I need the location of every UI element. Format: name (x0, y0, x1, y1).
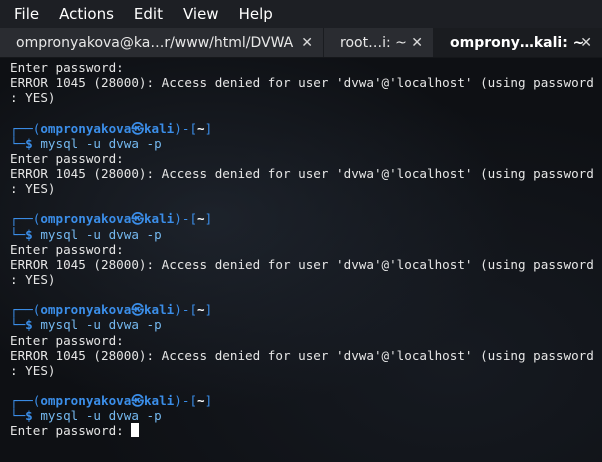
close-icon[interactable]: ✕ (411, 36, 423, 50)
menu-actions[interactable]: Actions (49, 0, 124, 28)
error-line: : YES) (10, 362, 56, 378)
command-text: mysql -u dvwa -p (40, 135, 162, 151)
prompt-host: kali (143, 393, 175, 409)
prompt-line: ┌──(ompronyakova㉿kali)-[~] (10, 120, 213, 136)
prompt-cwd: ~ (197, 120, 205, 136)
output-line: Enter password: (10, 332, 124, 348)
error-line: : YES) (10, 181, 56, 197)
prompt-line: ┌──(ompronyakova㉿kali)-[~] (10, 393, 213, 409)
active-input-line[interactable]: Enter password: (10, 423, 602, 438)
tab-label: ompronyakova@ka…r/www/html/DVWA (16, 34, 294, 51)
prompt-user: ompronyakova (40, 211, 132, 227)
terminal-output[interactable]: Enter password: ERROR 1045 (28000): Acce… (0, 58, 602, 462)
prompt-line: ┌──(ompronyakova㉿kali)-[~] (10, 302, 213, 318)
output-line: Enter password: (10, 423, 124, 439)
error-line: : YES) (10, 90, 56, 106)
command-line: └─$ mysql -u dvwa -p (10, 408, 162, 424)
prompt-cwd: ~ (197, 302, 205, 318)
command-text: mysql -u dvwa -p (40, 226, 162, 242)
error-line: ERROR 1045 (28000): Access denied for us… (10, 256, 594, 272)
prompt-host: kali (143, 211, 175, 227)
tab-bar: ompronyakova@ka…r/www/html/DVWA ✕ root…i… (0, 28, 602, 58)
prompt-host: kali (143, 302, 175, 318)
tab-active[interactable]: ompronу…kali: ~ ✕ (434, 28, 602, 57)
close-icon[interactable]: ✕ (580, 36, 592, 50)
prompt-cwd: ~ (197, 393, 205, 409)
prompt-user: ompronyakova (40, 302, 132, 318)
command-text: mysql -u dvwa -p (40, 317, 162, 333)
prompt-cwd: ~ (197, 211, 205, 227)
terminal-window: File Actions Edit View Help ompronyakova… (0, 0, 602, 462)
command-line: └─$ mysql -u dvwa -p (10, 226, 162, 242)
tab-label: ompronу…kali: ~ (450, 34, 585, 51)
command-line: └─$ mysql -u dvwa -p (10, 135, 162, 151)
menu-file[interactable]: File (4, 0, 49, 28)
output-line: Enter password: (10, 150, 124, 166)
prompt-user: ompronyakova (40, 120, 132, 136)
prompt-at-icon: ㉿ (131, 302, 144, 318)
error-line: : YES) (10, 271, 56, 287)
menu-bar: File Actions Edit View Help (0, 0, 602, 28)
text-cursor (131, 423, 140, 438)
error-line: ERROR 1045 (28000): Access denied for us… (10, 347, 594, 363)
error-line: ERROR 1045 (28000): Access denied for us… (10, 75, 594, 91)
prompt-line: ┌──(ompronyakova㉿kali)-[~] (10, 211, 213, 227)
prompt-user: ompronyakova (40, 393, 132, 409)
prompt-at-icon: ㉿ (131, 120, 144, 136)
prompt-at-icon: ㉿ (131, 211, 144, 227)
menu-edit[interactable]: Edit (124, 0, 173, 28)
tab-dvwa[interactable]: ompronyakova@ka…r/www/html/DVWA ✕ (0, 28, 324, 57)
output-line: Enter password: (10, 60, 124, 75)
command-text: mysql -u dvwa -p (40, 408, 162, 424)
menu-view[interactable]: View (173, 0, 229, 28)
tab-root[interactable]: root…i: ~ ✕ (324, 28, 434, 57)
menu-help[interactable]: Help (229, 0, 283, 28)
command-line: └─$ mysql -u dvwa -p (10, 317, 162, 333)
tab-label: root…i: ~ (340, 34, 407, 51)
output-line: Enter password: (10, 241, 124, 257)
error-line: ERROR 1045 (28000): Access denied for us… (10, 165, 594, 181)
prompt-at-icon: ㉿ (131, 393, 144, 409)
prompt-host: kali (143, 120, 175, 136)
close-icon[interactable]: ✕ (301, 36, 313, 50)
